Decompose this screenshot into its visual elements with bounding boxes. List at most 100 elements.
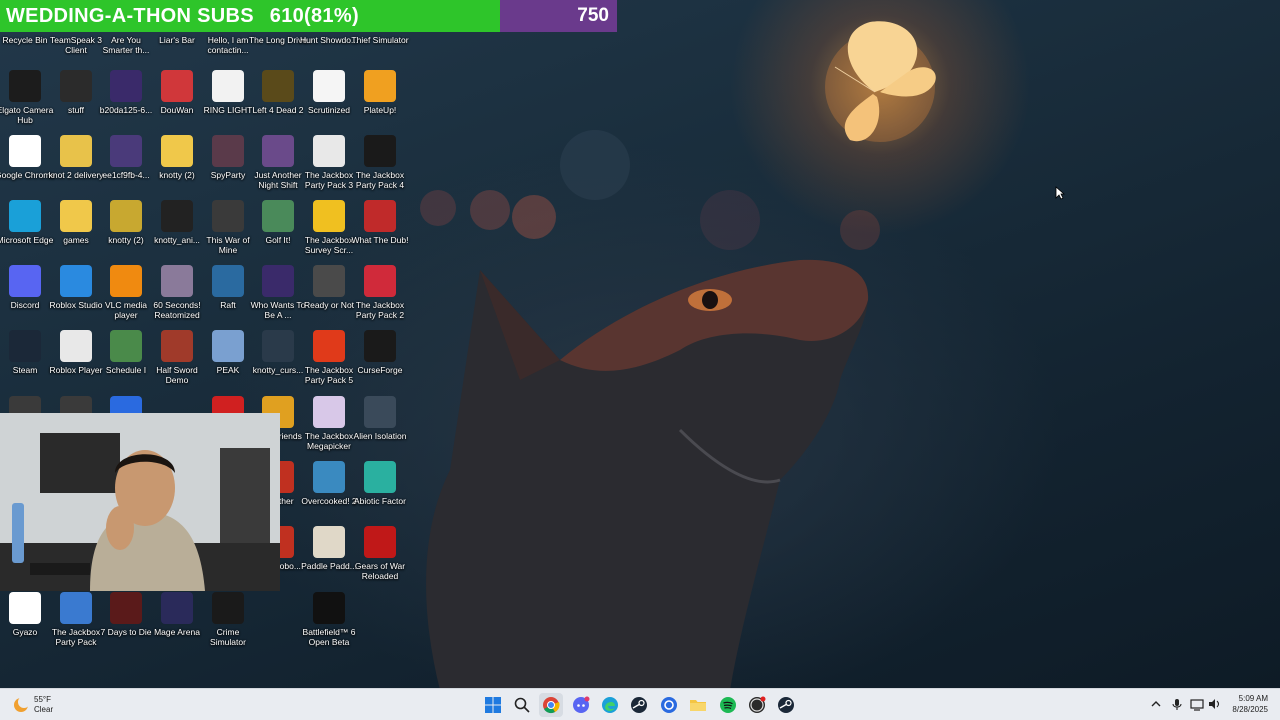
game-icon bbox=[212, 330, 244, 362]
game-icon bbox=[212, 135, 244, 167]
douwan-icon bbox=[161, 70, 193, 102]
desktop-icon-label: The Jackbox Party Pack 4 bbox=[355, 170, 405, 190]
chrome-icon bbox=[9, 135, 41, 167]
edge-icon bbox=[602, 697, 618, 713]
file-explorer-icon bbox=[690, 700, 706, 711]
desktop-icon-thief-simulator[interactable]: Thief Simulator bbox=[350, 0, 410, 45]
steam-icon bbox=[778, 697, 794, 713]
folder-icon bbox=[110, 200, 142, 232]
desktop-icon-crime-simulator[interactable]: Crime Simulator bbox=[198, 592, 258, 647]
folder-icon bbox=[60, 70, 92, 102]
clock-time: 5:09 AM bbox=[1238, 694, 1268, 703]
desktop-icon-label: PlateUp! bbox=[363, 105, 397, 115]
desktop-icon-the-jackbox-party-pack-2[interactable]: The Jackbox Party Pack 2 bbox=[350, 265, 410, 320]
game-icon bbox=[60, 592, 92, 624]
game-icon bbox=[262, 265, 294, 297]
game-icon bbox=[364, 265, 396, 297]
file-icon bbox=[110, 70, 142, 102]
taskbar-edge-button[interactable] bbox=[598, 693, 622, 717]
game-icon bbox=[313, 330, 345, 362]
folder-icon bbox=[161, 135, 193, 167]
clock-date: 8/28/2025 bbox=[1232, 705, 1268, 714]
game-icon bbox=[364, 135, 396, 167]
webcam-overlay bbox=[0, 413, 280, 591]
search-icon bbox=[514, 697, 530, 713]
chevron-up-icon[interactable] bbox=[1149, 697, 1163, 711]
taskbar-spotify-button[interactable] bbox=[716, 693, 740, 717]
chrome-icon bbox=[543, 697, 560, 714]
game-icon bbox=[262, 200, 294, 232]
discord-icon bbox=[9, 265, 41, 297]
search-button[interactable] bbox=[510, 693, 534, 717]
spotify-icon bbox=[720, 697, 736, 713]
game-icon bbox=[313, 200, 345, 232]
butterfly-image bbox=[825, 21, 936, 142]
edge-icon bbox=[9, 200, 41, 232]
network-icon[interactable] bbox=[1190, 697, 1204, 711]
game-icon bbox=[262, 70, 294, 102]
game-icon bbox=[364, 396, 396, 428]
microphone-icon[interactable] bbox=[1170, 697, 1184, 711]
game-icon bbox=[212, 592, 244, 624]
desktop-icon-label: What The Dub! bbox=[351, 235, 409, 245]
desktop-icon-gears-of-war-reloaded[interactable]: Gears of War Reloaded bbox=[350, 526, 410, 581]
desktop-icon-label: Thief Simulator bbox=[351, 35, 409, 45]
taskbar-steam-button-2[interactable] bbox=[774, 693, 798, 717]
game-icon bbox=[313, 396, 345, 428]
game-icon bbox=[212, 265, 244, 297]
discord-icon bbox=[573, 696, 590, 713]
system-clock[interactable]: 5:09 AM 8/28/2025 bbox=[1208, 693, 1268, 715]
desktop-icon-alien-isolation[interactable]: Alien Isolation bbox=[350, 396, 410, 441]
roblox-icon bbox=[60, 330, 92, 362]
start-button[interactable] bbox=[481, 693, 505, 717]
roblox-studio-icon bbox=[60, 265, 92, 297]
steam-icon bbox=[9, 330, 41, 362]
gyazo-icon bbox=[661, 697, 677, 713]
sub-goal-target: 750 bbox=[500, 0, 617, 32]
bokeh-light bbox=[420, 190, 456, 226]
curseforge-icon bbox=[364, 330, 396, 362]
game-icon bbox=[313, 526, 345, 558]
game-icon bbox=[161, 592, 193, 624]
desktop-icon-the-jackbox-party-pack-4[interactable]: The Jackbox Party Pack 4 bbox=[350, 135, 410, 190]
weather-temperature: 55°F bbox=[34, 695, 51, 704]
game-icon bbox=[313, 592, 345, 624]
document-icon bbox=[212, 70, 244, 102]
game-icon bbox=[364, 70, 396, 102]
desktop-icon-battlefield-6-open-beta[interactable]: Battlefield™ 6 Open Beta bbox=[299, 592, 359, 647]
game-icon bbox=[364, 461, 396, 493]
mouse-cursor-icon bbox=[1055, 186, 1065, 200]
desktop-icon-label: CurseForge bbox=[357, 365, 403, 375]
game-icon bbox=[313, 461, 345, 493]
taskbar-steam-button[interactable] bbox=[627, 693, 651, 717]
game-icon bbox=[262, 135, 294, 167]
weather-moon-icon bbox=[14, 696, 30, 712]
desktop-icon-label: Gears of War Reloaded bbox=[354, 561, 406, 581]
taskbar-obs-button[interactable] bbox=[745, 693, 769, 717]
game-icon bbox=[212, 200, 244, 232]
vlc-icon bbox=[110, 265, 142, 297]
desktop-icon-what-the-dub[interactable]: What The Dub! bbox=[350, 200, 410, 245]
game-icon bbox=[110, 330, 142, 362]
desktop-icon-plateup[interactable]: PlateUp! bbox=[350, 70, 410, 115]
taskbar-chrome-button[interactable] bbox=[539, 693, 563, 717]
taskbar-file-explorer-button[interactable] bbox=[686, 693, 710, 717]
desktop-icon-label: Battlefield™ 6 Open Beta bbox=[302, 627, 356, 647]
game-icon bbox=[364, 526, 396, 558]
steam-icon bbox=[631, 697, 647, 713]
file-icon bbox=[262, 330, 294, 362]
desktop-icon-curseforge[interactable]: CurseForge bbox=[350, 330, 410, 375]
taskbar: 55°F Clear 5:09 AM 8/28/2025 bbox=[0, 688, 1280, 720]
taskbar-discord-button[interactable] bbox=[569, 693, 593, 717]
folder-icon bbox=[60, 200, 92, 232]
gyazo-icon bbox=[9, 592, 41, 624]
game-icon bbox=[161, 330, 193, 362]
game-icon bbox=[364, 200, 396, 232]
bokeh-light bbox=[470, 190, 510, 230]
bokeh-light bbox=[560, 130, 630, 200]
file-icon bbox=[110, 135, 142, 167]
taskbar-gyazo-button[interactable] bbox=[657, 693, 681, 717]
file-icon bbox=[161, 200, 193, 232]
desktop-icon-abiotic-factor[interactable]: Abiotic Factor bbox=[350, 461, 410, 506]
desktop-icon-label: Abiotic Factor bbox=[354, 496, 406, 506]
